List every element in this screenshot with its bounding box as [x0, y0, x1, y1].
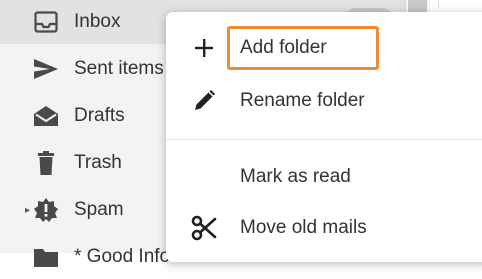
sidebar-item-label: Sent items — [74, 58, 164, 79]
sidebar-item-label: Drafts — [74, 105, 125, 126]
expand-chevron-icon[interactable]: ▸ — [0, 205, 32, 216]
scissors-icon — [189, 213, 219, 243]
plus-icon — [189, 33, 219, 63]
folder-icon — [32, 245, 60, 269]
menu-item-label: Move old mails — [240, 217, 367, 238]
pencil-icon — [189, 86, 219, 116]
menu-item-move-old-mails[interactable]: Move old mails — [166, 202, 482, 254]
drafts-icon — [32, 104, 60, 128]
sidebar-item-label: * Good Info — [74, 246, 171, 267]
menu-item-mark-as-read[interactable]: Mark as read — [166, 151, 482, 203]
menu-item-label: Rename folder — [240, 90, 365, 111]
menu-item-rename-folder[interactable]: Rename folder — [166, 75, 482, 127]
menu-divider — [166, 139, 482, 140]
sidebar-item-label: Trash — [74, 152, 122, 173]
inbox-icon — [32, 10, 60, 34]
send-icon — [32, 57, 60, 81]
sidebar-item-label: Inbox — [74, 11, 121, 32]
highlight-box — [227, 26, 379, 70]
sidebar-item-label: Spam — [74, 199, 124, 220]
spam-icon — [32, 198, 60, 222]
trash-icon — [32, 151, 60, 175]
folder-context-menu: Add folder Rename folder Mark as read Mo… — [166, 12, 482, 262]
menu-item-label: Mark as read — [240, 166, 351, 187]
